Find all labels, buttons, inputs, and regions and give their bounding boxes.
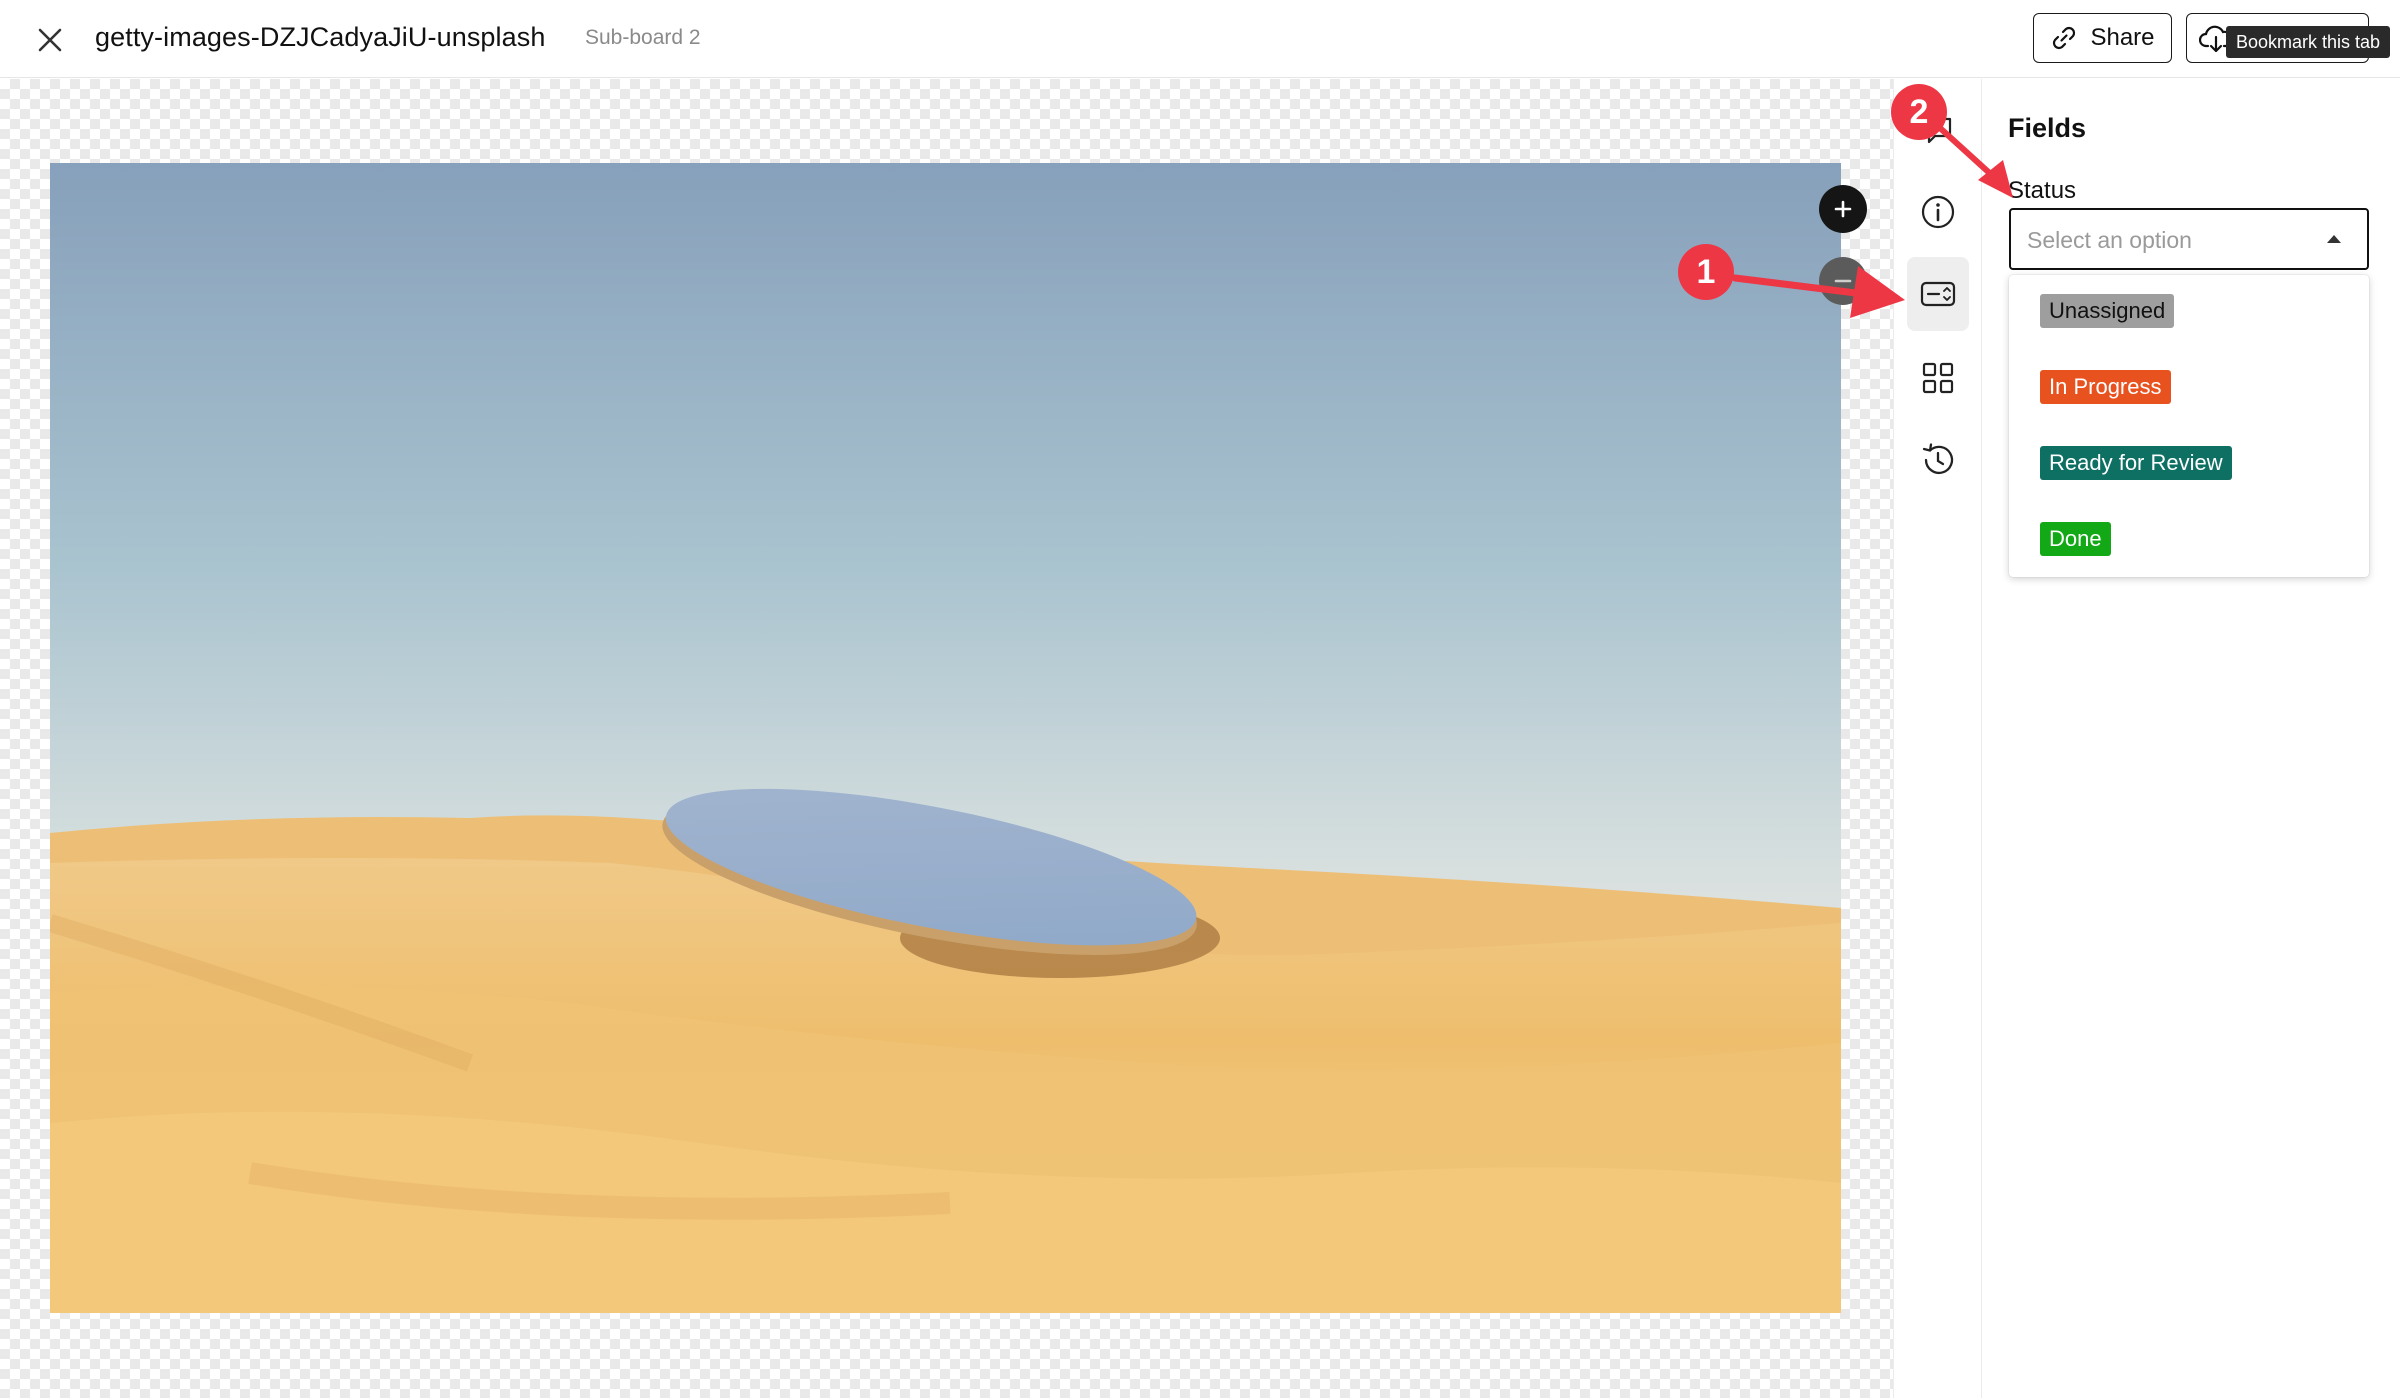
image-canvas[interactable]	[0, 79, 1893, 1398]
asset-image	[50, 163, 1841, 1313]
caret-up-icon	[2327, 235, 2341, 243]
rail-comments-button[interactable]	[1907, 99, 1969, 161]
fields-icon	[1920, 281, 1956, 307]
asset-title: getty-images-DZJCadyaJiU-unsplash	[95, 22, 546, 52]
status-dropdown-menu: Unassigned In Progress Ready for Review …	[2009, 275, 2369, 577]
zoom-in-button[interactable]	[1819, 185, 1867, 233]
zoom-out-button[interactable]	[1819, 257, 1867, 305]
status-pill: In Progress	[2040, 370, 2171, 404]
top-bar: getty-images-DZJCadyaJiU-unsplash Sub-bo…	[0, 0, 2400, 78]
close-icon	[38, 28, 62, 52]
comment-icon	[1924, 117, 1952, 144]
status-select-placeholder: Select an option	[2027, 227, 2192, 253]
status-pill: Ready for Review	[2040, 446, 2232, 480]
side-rail	[1893, 79, 1982, 1398]
rail-grid-button[interactable]	[1907, 347, 1969, 409]
status-pill: Unassigned	[2040, 294, 2175, 328]
rail-info-button[interactable]	[1907, 181, 1969, 243]
minus-icon	[1834, 279, 1852, 283]
panel-title: Fields	[2008, 113, 2087, 143]
fields-panel: Fields Status Select an option Unassigne…	[1983, 79, 2400, 1398]
status-option-unassigned[interactable]: Unassigned	[2009, 275, 2369, 351]
close-button[interactable]	[30, 20, 70, 60]
plus-icon	[1834, 200, 1852, 218]
link-icon	[2053, 26, 2076, 50]
status-option-ready-for-review[interactable]: Ready for Review	[2009, 427, 2369, 503]
share-label: Share	[2090, 24, 2155, 51]
rail-history-button[interactable]	[1907, 429, 1969, 491]
status-select[interactable]: Select an option	[2009, 208, 2369, 270]
board-name[interactable]: Sub-board 2	[585, 26, 701, 50]
status-pill: Done	[2040, 522, 2111, 556]
status-option-in-progress[interactable]: In Progress	[2009, 351, 2369, 427]
status-field-label: Status	[2008, 177, 2077, 204]
info-icon	[1921, 195, 1955, 229]
history-icon	[1922, 443, 1954, 475]
status-option-done[interactable]: Done	[2009, 503, 2369, 579]
grid-icon	[1922, 362, 1954, 394]
rail-fields-button[interactable]	[1907, 257, 1969, 331]
bookmark-tooltip: Bookmark this tab	[2226, 26, 2391, 58]
share-button[interactable]: Share	[2033, 13, 2172, 63]
